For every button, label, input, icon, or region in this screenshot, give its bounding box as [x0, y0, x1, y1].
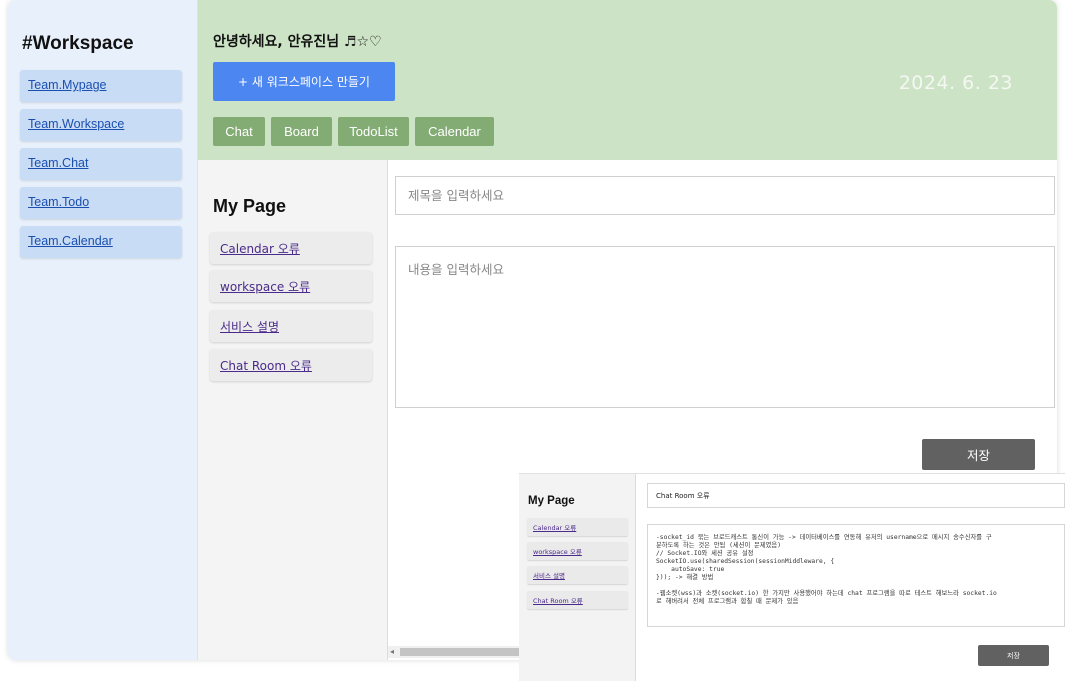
- inset-post-item: workspace 오류: [527, 542, 628, 560]
- inset-mypage-panel: My Page Calendar 오류 workspace 오류 서비스 설명 …: [519, 474, 636, 681]
- post-item-chatroom-error[interactable]: Chat Room 오류: [210, 349, 372, 381]
- nav-board-button[interactable]: Board: [271, 117, 332, 146]
- post-item-service-description[interactable]: 서비스 설명: [210, 310, 372, 342]
- inset-mypage-title: My Page: [528, 495, 575, 507]
- sidebar-item-chat[interactable]: Team.Chat: [20, 148, 182, 180]
- scrollbar-thumb[interactable]: [400, 648, 525, 656]
- mypage-title: My Page: [213, 196, 287, 216]
- sidebar-item-todo[interactable]: Team.Todo: [20, 187, 182, 219]
- scroll-left-arrow-icon[interactable]: ◂: [390, 646, 394, 658]
- embedded-screenshot: My Page Calendar 오류 workspace 오류 서비스 설명 …: [519, 473, 1065, 681]
- nav-todolist-button[interactable]: TodoList: [338, 117, 409, 146]
- post-body-textarea[interactable]: [395, 246, 1055, 408]
- inset-post-body: -socket_id 묶는 브로드캐스트 통신이 가능 -> 데이터베이스를 연…: [647, 524, 1065, 627]
- inset-post-title: Chat Room 오류: [647, 483, 1065, 508]
- workspace-title: #Workspace: [22, 33, 134, 54]
- nav-calendar-button[interactable]: Calendar: [415, 117, 494, 146]
- inset-post-item: Chat Room 오류: [527, 591, 628, 609]
- sidebar-item-mypage[interactable]: Team.Mypage: [20, 70, 182, 102]
- current-date: 2024. 6. 23: [898, 72, 1013, 94]
- nav-chat-button[interactable]: Chat: [213, 117, 265, 146]
- workspace-sidebar: #Workspace Team.Mypage Team.Workspace Te…: [8, 0, 198, 660]
- greeting-text: 안녕하세요, 안유진님 ♬☆♡: [213, 34, 382, 50]
- inset-post-item: Calendar 오류: [527, 518, 628, 536]
- post-title-input[interactable]: [395, 176, 1055, 215]
- horizontal-scrollbar[interactable]: ◂: [388, 646, 528, 658]
- mypage-panel: My Page Calendar 오류 workspace 오류 서비스 설명 …: [198, 160, 388, 660]
- header: 안녕하세요, 안유진님 ♬☆♡ + 새 워크스페이스 만들기 2024. 6. …: [198, 0, 1057, 160]
- inset-save-button: 저장: [978, 645, 1049, 666]
- inset-post-item: 서비스 설명: [527, 566, 628, 584]
- new-workspace-button[interactable]: + 새 워크스페이스 만들기: [213, 62, 395, 101]
- save-button[interactable]: 저장: [922, 439, 1035, 470]
- post-item-workspace-error[interactable]: workspace 오류: [210, 270, 372, 302]
- sidebar-item-calendar[interactable]: Team.Calendar: [20, 226, 182, 258]
- post-item-calendar-error[interactable]: Calendar 오류: [210, 232, 372, 264]
- sidebar-item-workspace[interactable]: Team.Workspace: [20, 109, 182, 141]
